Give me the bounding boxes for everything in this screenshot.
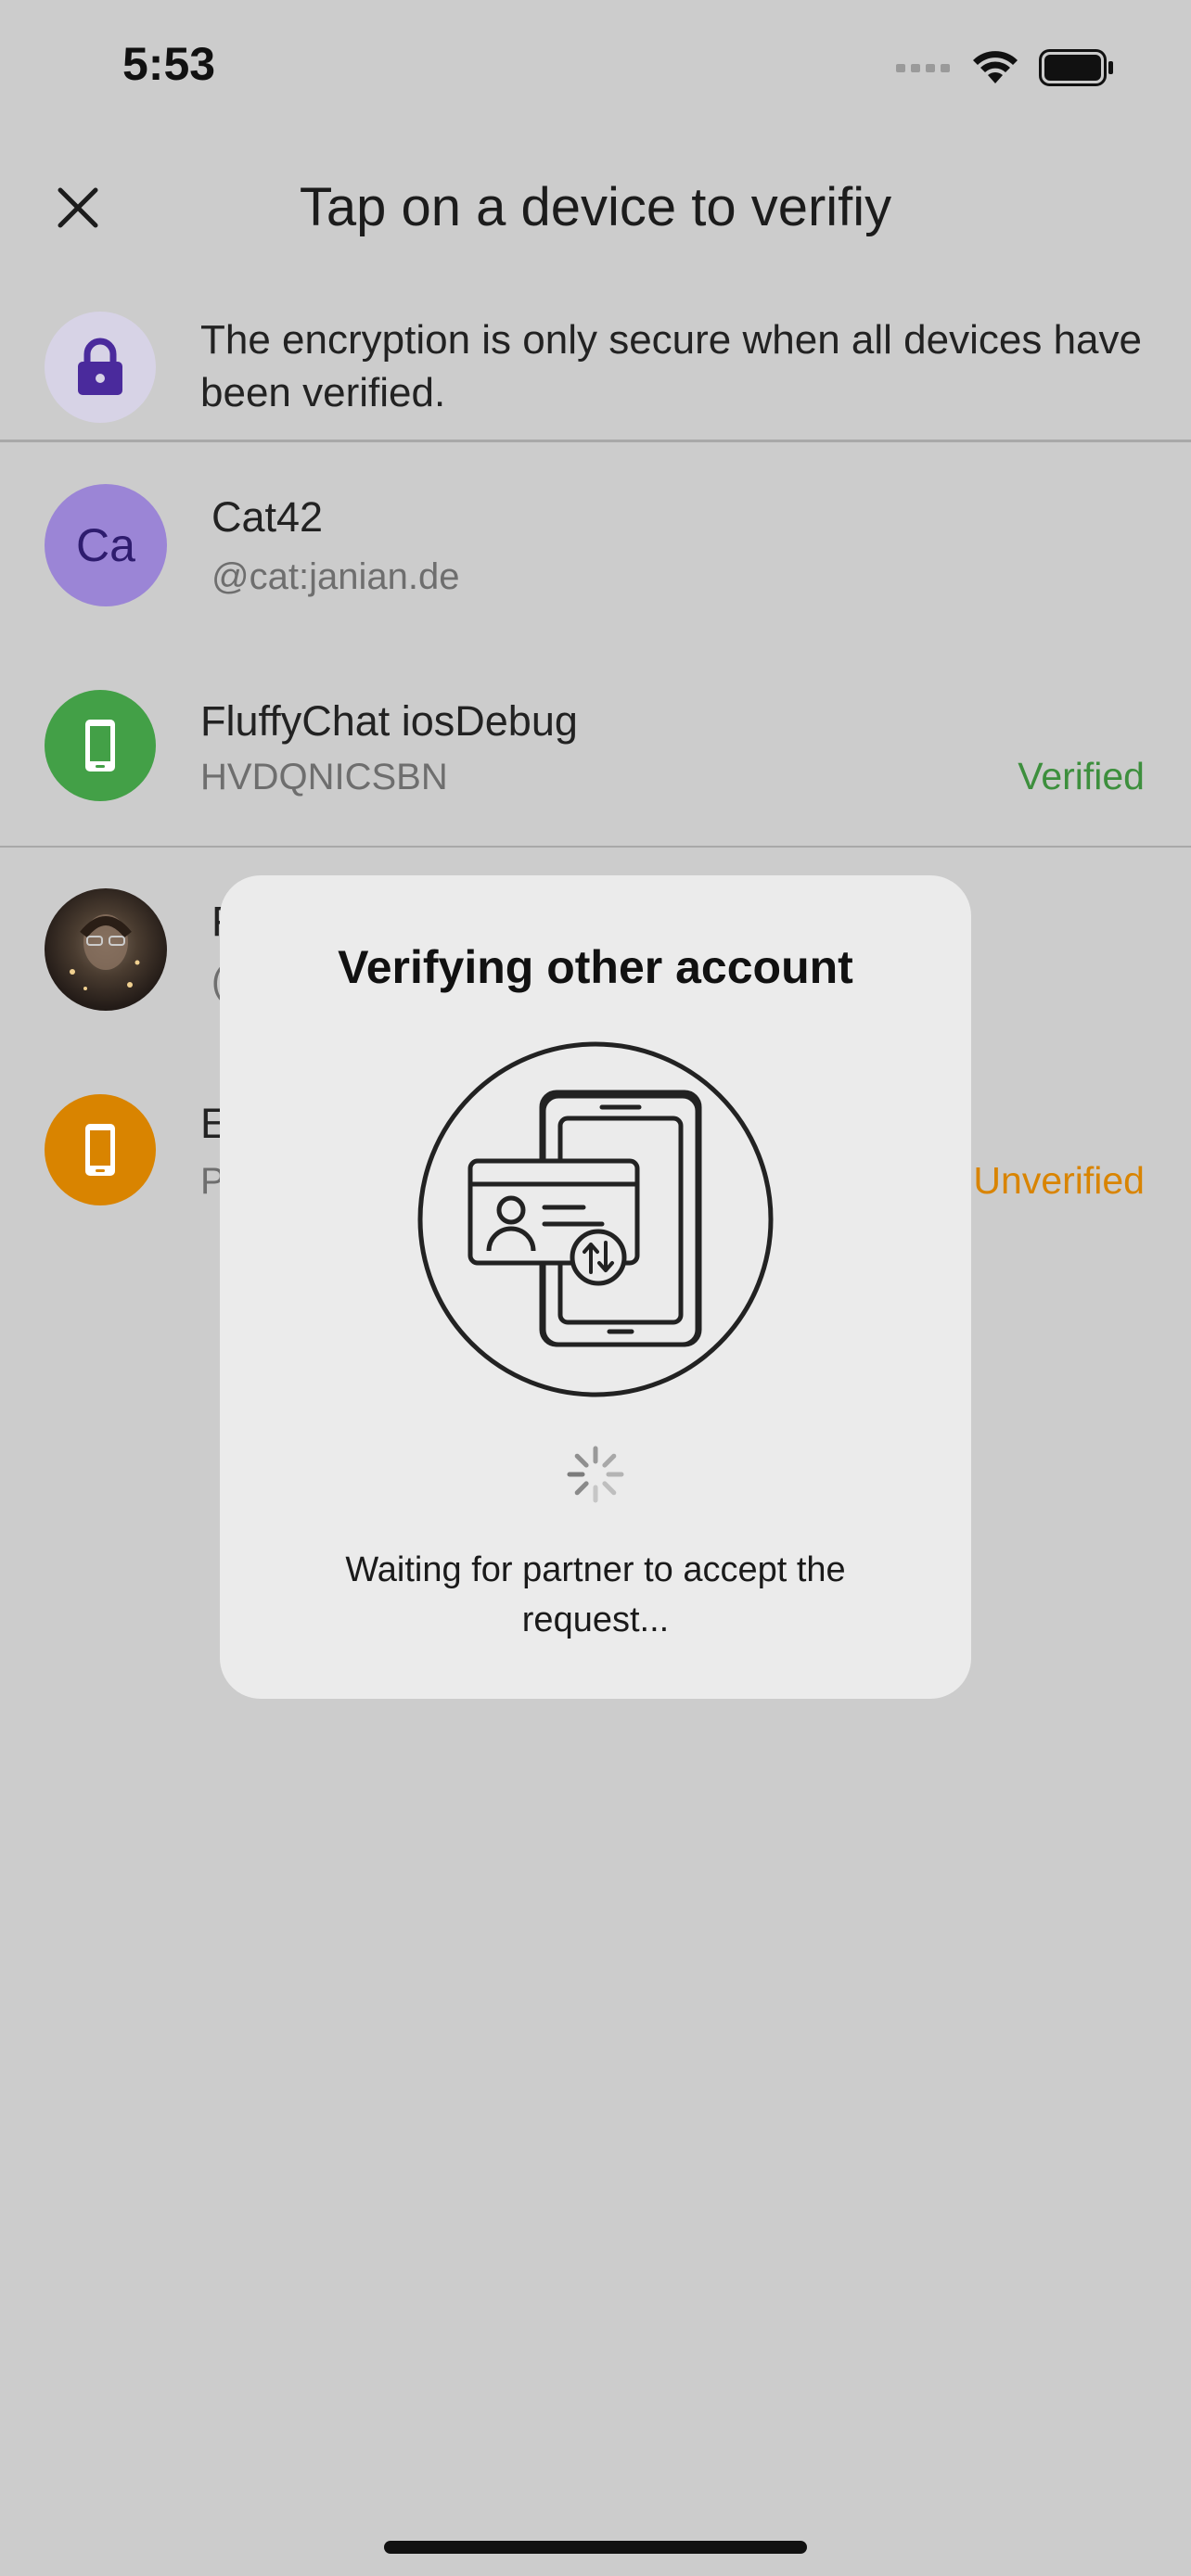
home-indicator[interactable]: [384, 2541, 807, 2554]
device-icon-circle: [45, 690, 156, 801]
battery-icon: [1039, 49, 1113, 86]
user-display-name: Cat42: [211, 493, 324, 541]
notice-icon-circle: [45, 312, 156, 423]
device-icon-circle: [45, 1094, 156, 1205]
user-divider: [0, 846, 1191, 848]
phone-icon: [85, 720, 115, 772]
device-row[interactable]: [0, 670, 1191, 822]
device-id: HVDQNICSBN: [200, 757, 448, 797]
dialog-message: Waiting for partner to accept the reques…: [345, 1550, 846, 1639]
user-id: @cat:janian.de: [211, 556, 460, 597]
loading-spinner-icon: [566, 1445, 625, 1504]
wifi-icon: [973, 51, 1018, 83]
lock-icon: [78, 338, 122, 395]
notice-divider: [0, 440, 1191, 442]
avatar[interactable]: Ca: [45, 484, 167, 606]
avatar-initials: Ca: [76, 519, 135, 571]
device-status-unverified: Unverified: [973, 1159, 1145, 1202]
status-icons: [896, 46, 1115, 89]
device-verification-illustration: [416, 1040, 775, 1398]
status-time: 5:53: [122, 38, 216, 90]
signal-icon: [896, 64, 950, 72]
phone-icon: [85, 1124, 115, 1176]
verification-dialog: Verifying other account Waiting for part…: [220, 875, 971, 1699]
device-status-verified: Verified: [1018, 755, 1145, 797]
dialog-title: Verifying other account: [338, 941, 853, 993]
encryption-notice-text: The encryption is only secure when all d…: [200, 317, 1142, 415]
avatar[interactable]: [45, 888, 167, 1011]
device-name: FluffyChat iosDebug: [200, 697, 578, 745]
page-title: Tap on a device to verifiy: [299, 177, 892, 237]
photo-avatar-icon: [70, 914, 140, 990]
